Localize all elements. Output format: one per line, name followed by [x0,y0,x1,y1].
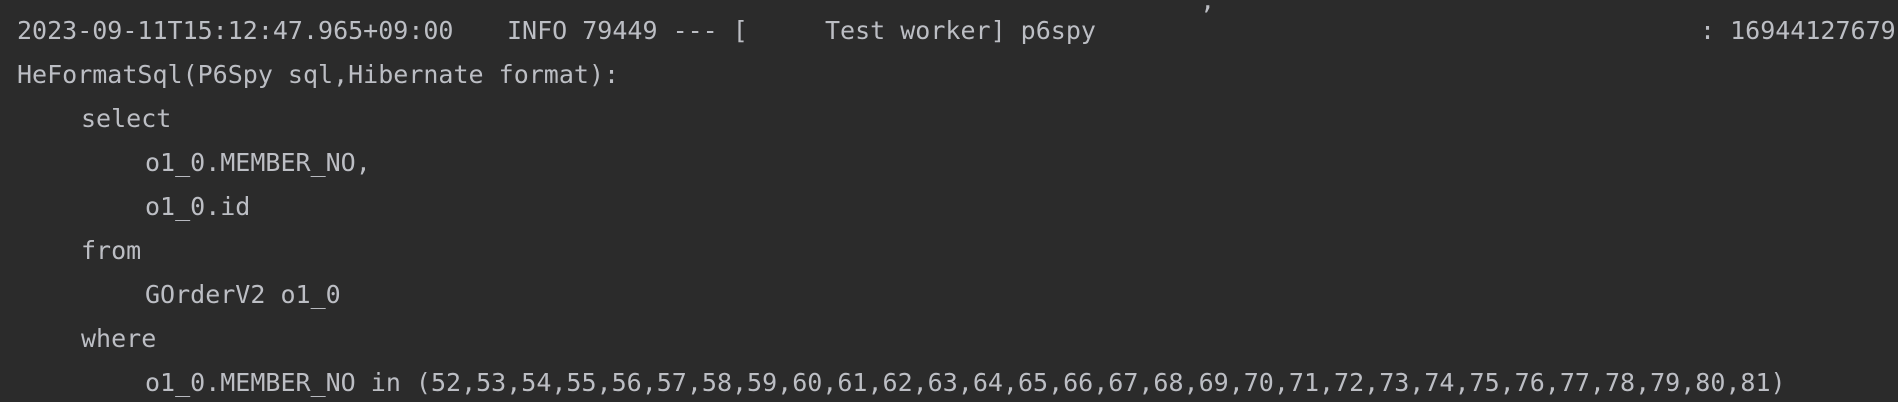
log-timestamp: 2023-09-11T15:12:47.965+09:00 [17,16,454,45]
sql-keyword-where: where [81,324,157,353]
sql-condition-line: o1_0.MEMBER_NO in (52,53,54,55,56,57,58,… [145,368,1786,397]
log-level-pid: INFO 79449 --- [ [507,16,748,45]
log-header-line: 2023-09-11T15:12:47.965+09:00 INFO 79449… [0,9,1896,53]
sql-keyword-from: from [81,236,142,265]
sql-column-line: o1_0.id [145,192,251,221]
log-format-line: HeFormatSql(P6Spy sql,Hibernate format): [17,60,620,89]
log-message-tail: : 16944127679 [1700,16,1896,45]
console-output[interactable]: ' , 2023-09-11T15:12:47.965+09:00 INFO 7… [0,0,1898,402]
sql-keyword-select: select [81,104,172,133]
sql-table-line: GOrderV2 o1_0 [145,280,341,309]
sql-column-line: o1_0.MEMBER_NO, [145,148,371,177]
log-thread-logger: Test worker] p6spy [825,16,1096,45]
cut-off-text-fragment: ' , [1170,0,1216,15]
